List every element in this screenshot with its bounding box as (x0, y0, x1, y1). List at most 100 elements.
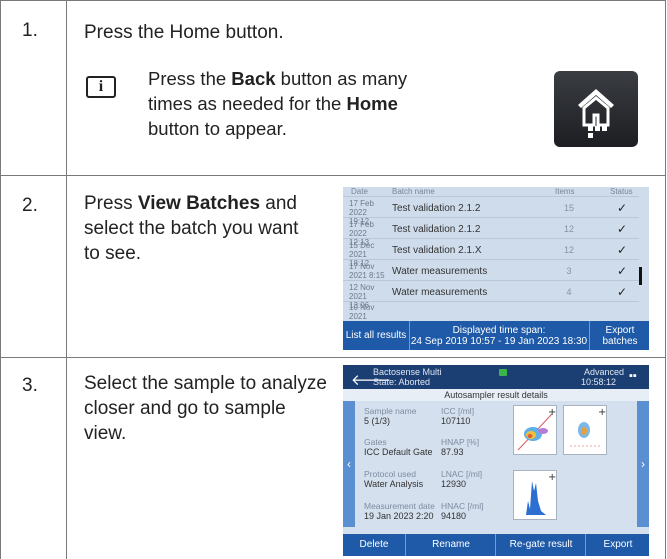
batch-name: Test validation 2.1.2 (392, 224, 481, 235)
metric-value: 87.93 (441, 447, 464, 457)
check-icon: ✓ (617, 285, 628, 299)
scrollbar-thumb[interactable] (639, 267, 642, 285)
batch-items: 3 (566, 266, 572, 276)
metric-label: HNAC [/ml] (441, 501, 484, 511)
field-value: ICC Default Gate (364, 447, 433, 457)
batch-items: 4 (566, 287, 572, 297)
table-row[interactable]: 17 Nov 2021 8:15 Water measurements 3 ✓ (343, 259, 639, 281)
check-icon: ✓ (617, 243, 628, 257)
batch-name: Water measurements (392, 266, 488, 277)
batch-date: 17 Nov 2021 8:15 (349, 262, 385, 280)
table-row[interactable]: 17 Feb 2022 19:12 Test validation 2.1.2 … (343, 196, 639, 226)
histogram-thumbnail[interactable]: + (513, 470, 557, 520)
note-bold-back: Back (231, 68, 276, 89)
info-icon: i (86, 76, 116, 98)
batch-bottom-bar: List all results Displayed time span: 24… (343, 321, 649, 350)
autosampler-screen: 🡐 Bactosense Multi State: Aborted Advanc… (343, 365, 649, 556)
table-border (665, 0, 666, 559)
check-icon: ✓ (617, 201, 628, 215)
result-details-title: Autosampler result details (343, 389, 649, 401)
next-arrow-icon[interactable]: › (637, 401, 649, 527)
time-span-value: 24 Sep 2019 10:57 - 19 Jan 2023 18:30 (410, 336, 588, 347)
export-button[interactable]: Export (585, 534, 649, 556)
batch-items: 12 (563, 245, 574, 255)
previous-arrow-icon[interactable]: ‹ (343, 401, 355, 527)
step-text-part: Press (84, 193, 138, 214)
step-number: 2. (22, 195, 38, 216)
batch-name: Test validation 2.1.2 (392, 203, 481, 214)
info-icon-glyph: i (98, 78, 104, 95)
check-icon: ✓ (617, 264, 628, 278)
regate-result-button[interactable]: Re-gate result (495, 534, 586, 556)
home-button[interactable] (554, 71, 638, 147)
field-label: Gates (364, 437, 387, 447)
list-all-results-button[interactable]: List all results (343, 321, 410, 350)
histogram-graphic: + (520, 472, 556, 515)
home-icon (578, 89, 614, 138)
device-header: 🡐 Bactosense Multi State: Aborted Advanc… (343, 365, 649, 389)
field-label: Measurement date (364, 501, 435, 511)
step-text-bold: View Batches (137, 193, 261, 214)
time-span-label: Displayed time span: (452, 325, 546, 336)
batch-items: 15 (563, 203, 574, 213)
column-divider (66, 0, 67, 559)
metric-label: ICC [/ml] (441, 406, 475, 416)
export-batches-button[interactable]: Export batches (589, 321, 649, 350)
time-span-button[interactable]: Displayed time span: 24 Sep 2019 10:57 -… (409, 321, 589, 350)
network-icon[interactable]: ▪▪ (629, 370, 637, 382)
metric-value: 94180 (441, 511, 467, 521)
field-label: Protocol used (364, 469, 416, 479)
table-border (0, 0, 666, 1)
note-bold-home: Home (346, 93, 398, 114)
note-text: Press the (148, 68, 232, 89)
header-status: Status (610, 187, 633, 196)
row-divider (0, 357, 666, 358)
table-row-partial: 10 Nov 2021 (343, 301, 639, 321)
scatter-plot-thumbnail[interactable]: + (563, 405, 607, 455)
batch-name: Test validation 2.1.X (392, 245, 482, 256)
check-icon: ✓ (617, 222, 628, 236)
field-value: 19 Jan 2023 2:20 (364, 511, 434, 521)
batch-list-screen: Date Batch name Items Status 17 Feb 2022… (343, 187, 649, 350)
metric-label: HNAP [%] (441, 437, 480, 447)
metric-label: LNAC [/ml] (441, 469, 483, 479)
metric-value: 12930 (441, 479, 467, 489)
row-divider (0, 175, 666, 176)
batch-name: Water measurements (392, 287, 488, 298)
header-date: Date (351, 187, 368, 196)
device-name: Bactosense Multi (373, 367, 442, 377)
table-row[interactable]: 15 Dec 2021 18:12 Test validation 2.1.X … (343, 238, 639, 268)
header-batch-name: Batch name (392, 187, 435, 196)
device-state: State: Aborted (373, 377, 431, 387)
step-number: 1. (22, 20, 38, 41)
batch-items: 12 (563, 224, 574, 234)
svg-text:+: + (598, 407, 606, 418)
table-row[interactable]: 12 Nov 2021 13:06 Water measurements 4 ✓ (343, 280, 639, 310)
scatter-plot-graphic: + (517, 407, 556, 451)
header-items: Items (555, 187, 575, 196)
mode-label: Advanced (584, 367, 625, 377)
note-text: button to appear. (148, 118, 287, 139)
info-note: Press the Back button as many times as n… (148, 66, 408, 141)
batch-date: 10 Nov 2021 (349, 303, 375, 321)
clock-time: 10:58:12 (581, 377, 617, 387)
step-text: Press View Batches and select the batch … (84, 191, 314, 266)
rename-button[interactable]: Rename (405, 534, 496, 556)
table-border (0, 0, 1, 559)
field-value: Water Analysis (364, 479, 424, 489)
svg-text:+: + (548, 472, 556, 483)
scatter-plot-thumbnail[interactable]: + (513, 405, 557, 455)
autosampler-bottom-bar: Delete Rename Re-gate result Export (343, 534, 649, 556)
table-row[interactable]: 17 Feb 2022 12:13 Test validation 2.1.2 … (343, 217, 639, 247)
step-text: Select the sample to analyze closer and … (84, 373, 327, 444)
step-text: Press the Home button. (84, 22, 284, 43)
lock-icon (499, 369, 507, 376)
step-number: 3. (22, 375, 38, 396)
field-value: 5 (1/3) (364, 416, 391, 426)
metric-value: 107110 (441, 416, 471, 426)
svg-text:+: + (548, 407, 556, 418)
delete-button[interactable]: Delete (343, 534, 405, 556)
field-label: Sample name (364, 406, 417, 416)
scatter-plot-graphic: + (570, 407, 606, 447)
instruction-table: 1. Press the Home button. i Press the Ba… (0, 0, 666, 559)
